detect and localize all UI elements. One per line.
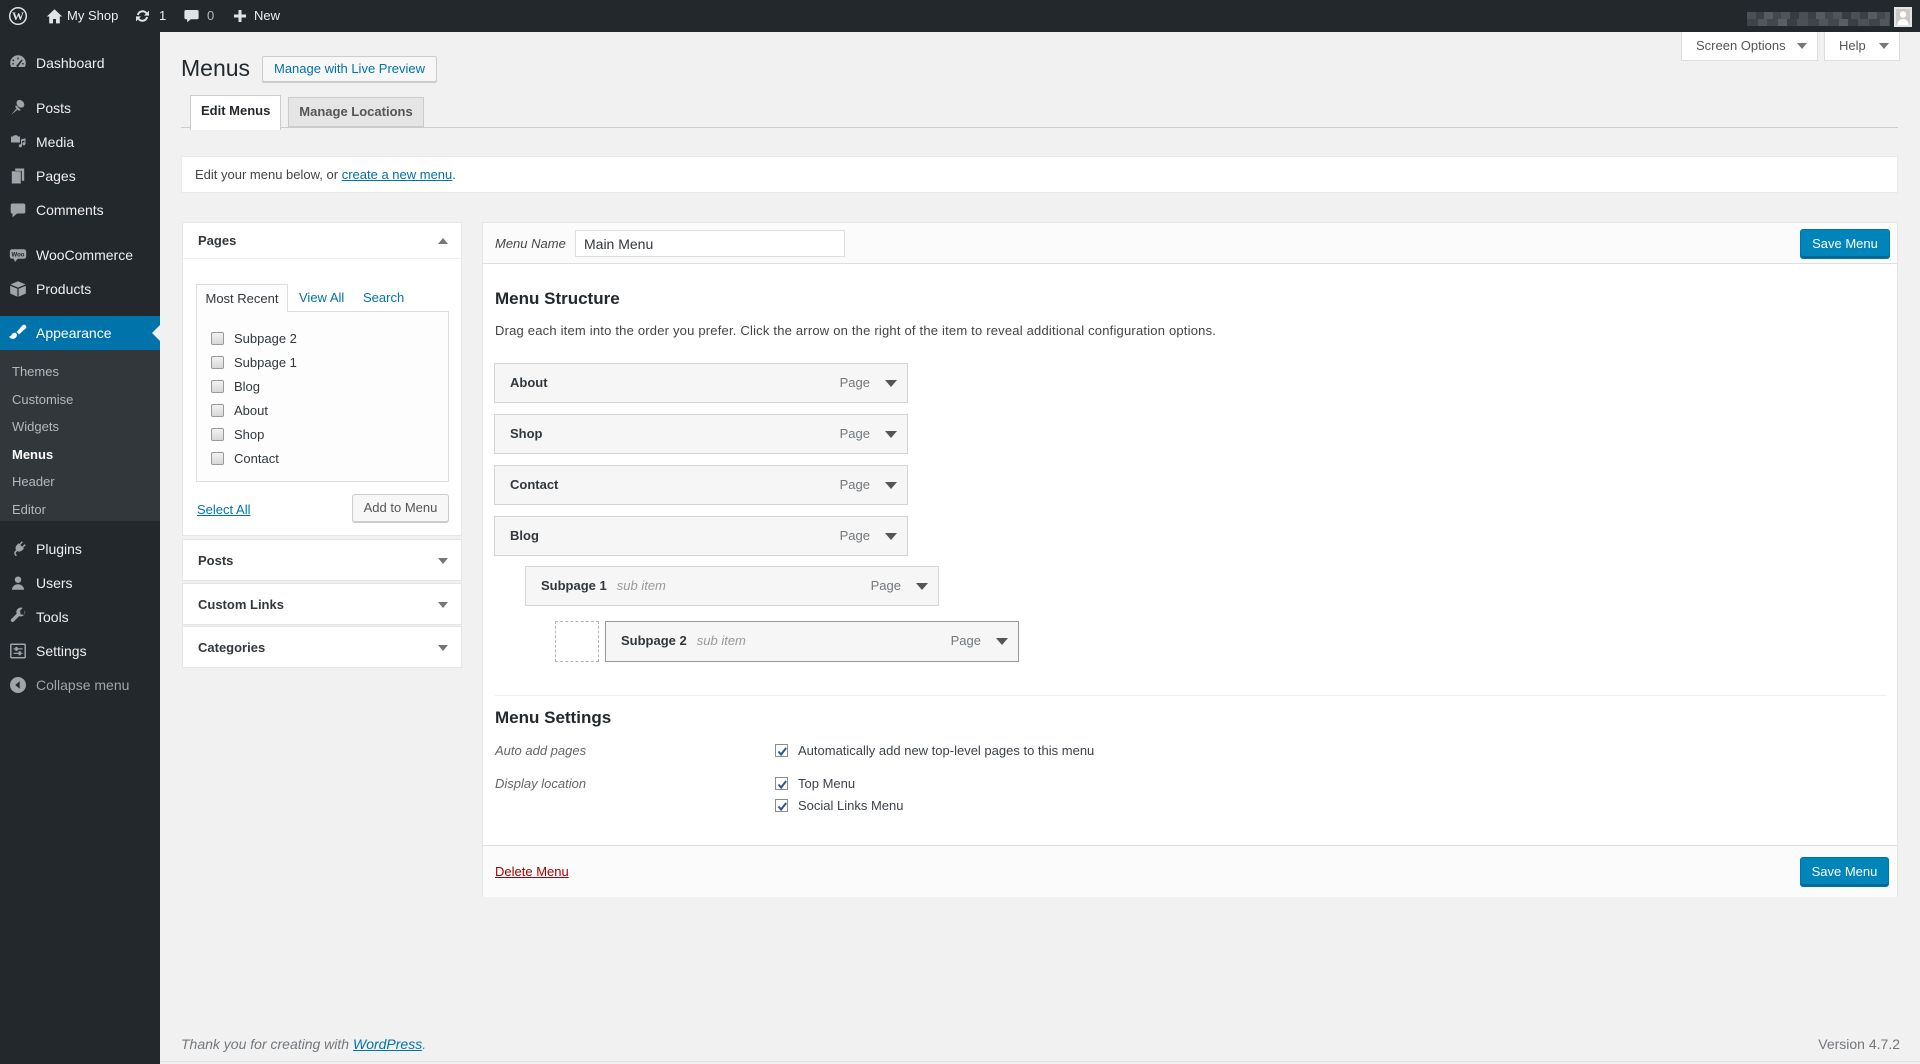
svg-text:Woo: Woo	[12, 252, 25, 258]
svg-text:W: W	[12, 9, 24, 23]
